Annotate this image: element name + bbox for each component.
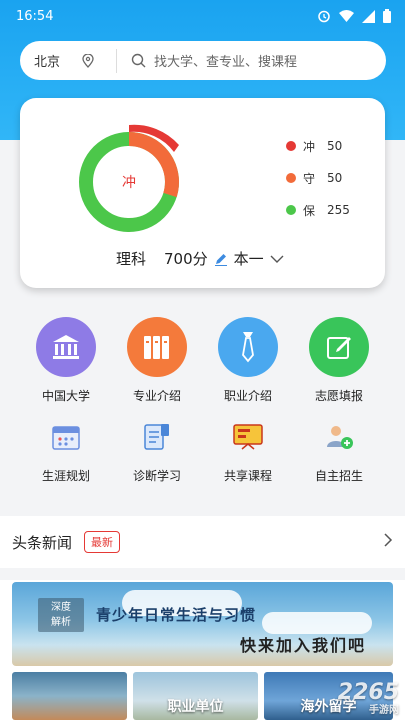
menu-label: 自主招生 [314,469,363,483]
news-banner[interactable]: 深度 解析 青少年日常生活与习惯 快来加入我们吧 [12,582,393,666]
menu-item-career-planning[interactable]: 生涯规划 [21,417,111,484]
score-summary[interactable]: 理科 700分 本一 [116,248,284,269]
menu-label: 诊断学习 [132,469,181,483]
donut-chart: 冲 [79,124,179,232]
legend-dot [286,205,296,215]
city-selector[interactable]: 北京 [20,51,116,70]
menu-label: 职业介绍 [223,389,272,403]
chevron-down-icon[interactable] [270,254,284,264]
banner-subtitle: 快来加入我们吧 [240,636,367,655]
legend-label: 保 [303,203,316,218]
menu-item-career-intro[interactable]: 职业介绍 [203,317,293,404]
score-card[interactable]: 冲 冲 50 守 50 保 255 理科 700分 本一 [20,98,385,288]
legend-item-shou: 守 50 [286,162,350,194]
banner-cloud [262,612,372,634]
screen-icon [228,417,268,457]
news-feed: 深度 解析 青少年日常生活与习惯 快来加入我们吧 职业单位 海外留学 2265 … [0,580,405,720]
search-placeholder: 找大学、查专业、搜课程 [154,55,298,70]
menu-item-shared-courses[interactable]: 共享课程 [203,417,293,484]
legend-count: 50 [327,171,343,185]
chevron-right-icon[interactable] [383,532,393,548]
location-pin-icon [82,53,94,68]
legend-dot [286,141,296,151]
banner-title: 青少年日常生活与习惯 [96,606,257,624]
menu-label: 中国大学 [41,389,90,403]
legend-item-chong: 冲 50 [286,130,350,162]
legend-count: 255 [327,203,350,217]
banner-tag-line2: 解析 [51,617,71,628]
pencil-icon[interactable] [214,252,228,266]
search-icon [131,53,146,68]
wifi-icon [339,9,354,22]
batch-label: 本一 [233,250,264,268]
news-title: 头条新闻 [12,533,73,552]
add-user-icon [319,417,359,457]
menu-item-application[interactable]: 志愿填报 [294,317,384,404]
menu-item-independent-enrollment[interactable]: 自主招生 [294,417,384,484]
edit-icon [309,317,369,377]
legend-dot [286,173,296,183]
menu-label: 志愿填报 [314,389,363,403]
menu-item-major-intro[interactable]: 专业介绍 [112,317,202,404]
menu-label: 生涯规划 [41,469,90,483]
banner-tag-line1: 深度 [51,602,71,613]
thumbnail-label: 职业单位 [167,699,224,715]
battery-icon [383,9,391,23]
subject-label: 理科 [116,250,147,268]
signal-icon [362,9,375,23]
news-header[interactable]: 头条新闻 最新 [0,516,405,568]
legend-label: 冲 [303,139,316,154]
donut-center-label: 冲 [122,175,136,191]
status-bar: 16:54 [0,0,405,32]
news-badge: 最新 [84,531,121,553]
menu-label: 专业介绍 [132,389,181,403]
section-gap [0,568,405,580]
banner-tag: 深度 解析 [38,598,84,632]
feature-menu: 中国大学 专业介绍 职业介绍 志愿填报 生涯规划 诊断学习 共享课程 自主招生 [0,302,405,510]
tie-icon [218,317,278,377]
watermark-logo: 2265 手游网 [338,680,399,716]
menu-item-diagnostic-study[interactable]: 诊断学习 [112,417,202,484]
news-thumbnail[interactable]: 职业单位 [133,672,258,720]
news-thumbnail[interactable] [12,672,127,720]
status-time: 16:54 [16,8,54,24]
menu-item-china-university[interactable]: 中国大学 [21,317,111,404]
books-icon [127,317,187,377]
search-bar: 北京 找大学、查专业、搜课程 [20,41,386,80]
status-icons [317,9,391,23]
legend-label: 守 [303,171,316,186]
calendar-icon [46,417,86,457]
university-icon [36,317,96,377]
score-value: 700分 [164,250,208,268]
search-input[interactable]: 找大学、查专业、搜课程 [117,51,386,70]
menu-label: 共享课程 [223,469,272,483]
legend-item-bao: 保 255 [286,194,350,226]
legend: 冲 50 守 50 保 255 [286,130,350,226]
document-icon [137,417,177,457]
alarm-icon [318,10,330,23]
legend-count: 50 [327,139,343,153]
city-label: 北京 [34,55,61,70]
